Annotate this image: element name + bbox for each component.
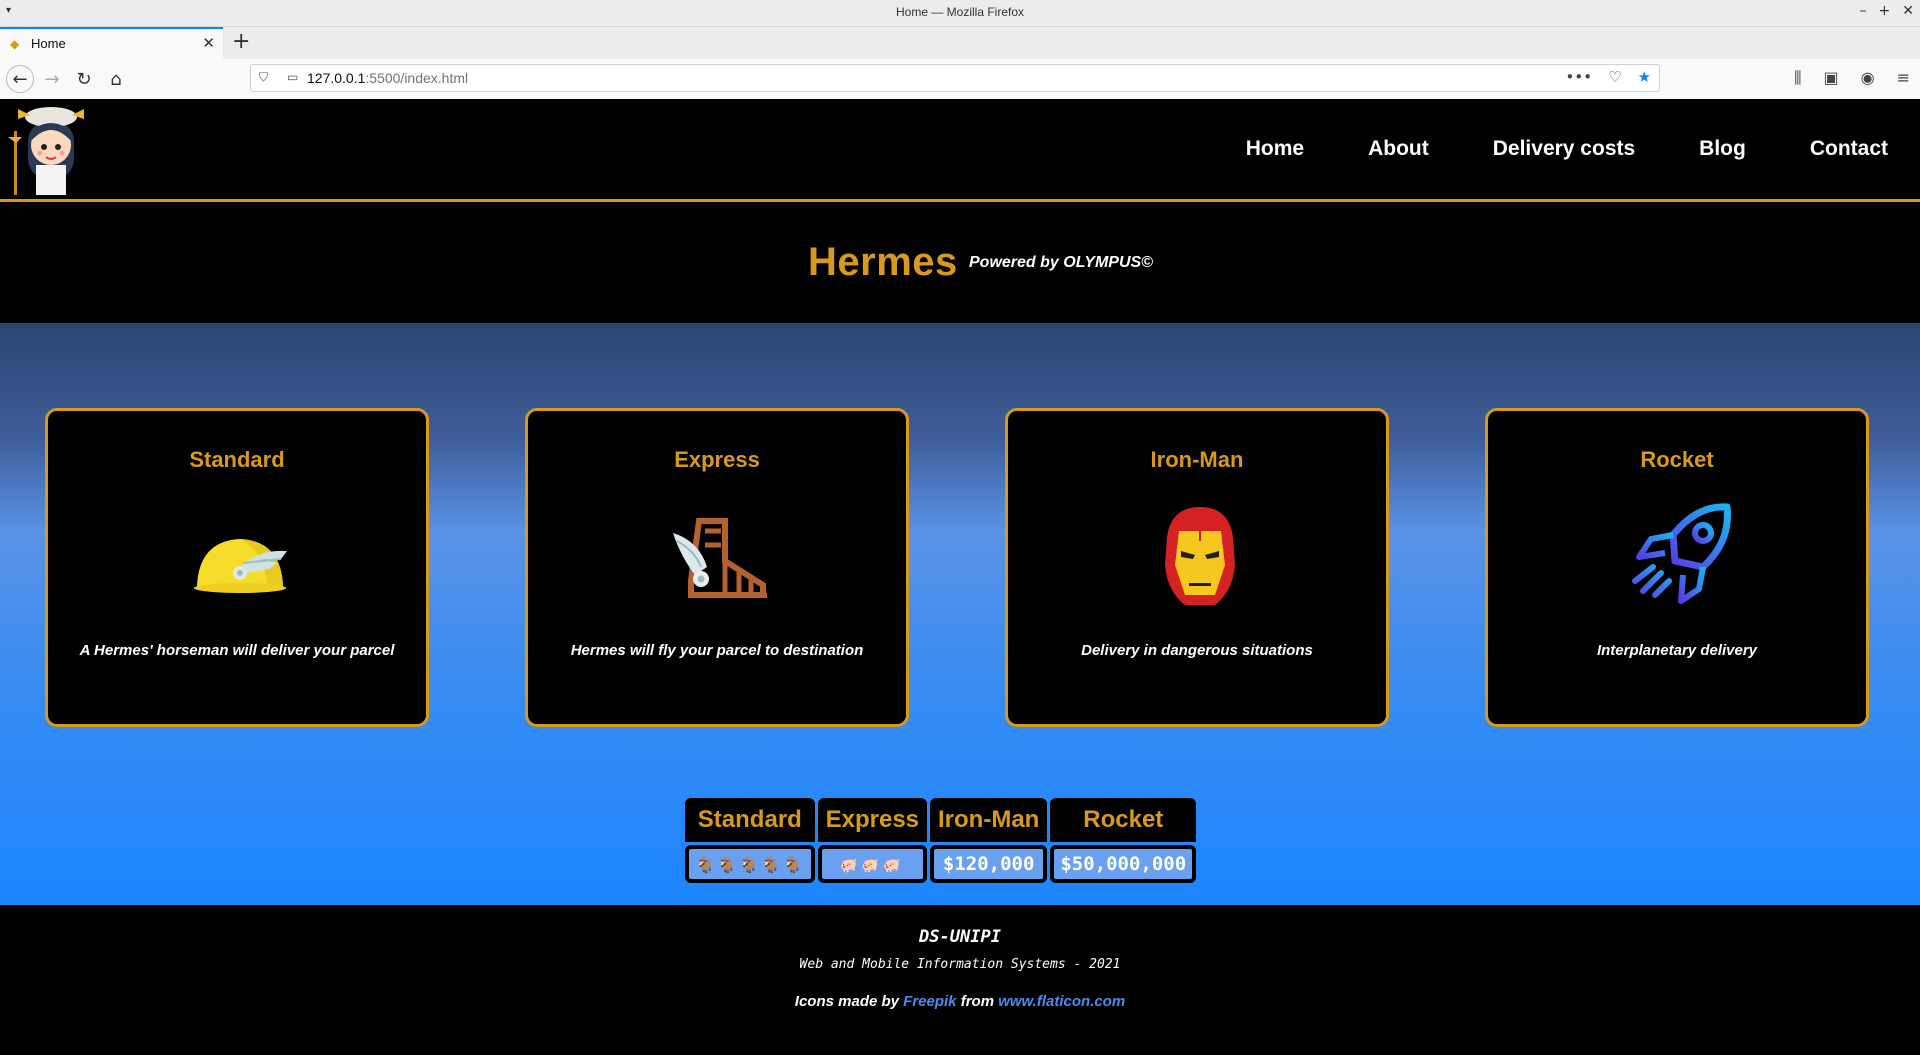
- reload-icon[interactable]: ↻: [70, 65, 98, 93]
- hero: Hermes Powered by OLYMPUS©: [0, 202, 1920, 323]
- url-bar[interactable]: ⛉ ▭ 127.0.0.1:5500/index.html ••• ♡ ★: [250, 64, 1660, 92]
- browser-navbar: ← → ↻ ⌂ ⛉ ▭ 127.0.0.1:5500/index.html ••…: [0, 59, 1920, 100]
- flaticon-link[interactable]: www.flaticon.com: [998, 993, 1125, 1010]
- window-titlebar: ▾ Home — Mozilla Firefox – + ✕: [0, 0, 1920, 27]
- footer-credit: Icons made by Freepik from www.flaticon.…: [0, 993, 1920, 1010]
- card-title: Standard: [189, 447, 285, 472]
- winged-sandal-icon: [673, 518, 767, 598]
- tab-home[interactable]: ◆ Home ✕: [0, 27, 223, 59]
- table-header: Express: [817, 798, 928, 842]
- table-header: Iron-Man: [930, 798, 1048, 842]
- hermes-favicon-icon: ◆: [10, 37, 20, 51]
- nav-blog[interactable]: Blog: [1699, 137, 1746, 161]
- card-standard: Standard A Hermes' horseman will deliver…: [45, 408, 429, 727]
- nav-delivery-costs[interactable]: Delivery costs: [1493, 137, 1635, 161]
- main-section: Standard A Hermes' horseman will deliver…: [0, 323, 1920, 905]
- nav-contact[interactable]: Contact: [1810, 137, 1888, 161]
- freepik-link[interactable]: Freepik: [903, 993, 956, 1010]
- card-express: Express Hermes will fly your parcel to d…: [525, 408, 909, 727]
- price-iron-man: $120,000: [930, 845, 1048, 883]
- new-tab-icon[interactable]: +: [232, 29, 250, 54]
- table-row: 🐐🐐🐐🐐🐐 🐖🐖🐖 $120,000 $50,000,000: [685, 845, 1197, 883]
- page-actions-icon[interactable]: •••: [1566, 68, 1593, 86]
- credit-from: from: [960, 993, 995, 1010]
- menu-icon[interactable]: ≡: [1897, 68, 1910, 88]
- price-standard: 🐐🐐🐐🐐🐐: [685, 845, 815, 883]
- bookmark-star-icon[interactable]: ★: [1638, 68, 1651, 86]
- winged-helmet-icon: [194, 539, 287, 593]
- toolbar-right: ⫼ ▣ ◉ ≡: [1794, 68, 1910, 88]
- delivery-cost-table: Standard Express Iron-Man Rocket 🐐🐐🐐🐐🐐 🐖…: [682, 795, 1199, 886]
- tab-strip: ◆ Home ✕ +: [0, 27, 1920, 59]
- site-header: Home About Delivery costs Blog Contact: [0, 99, 1920, 202]
- card-desc: Hermes will fly your parcel to destinati…: [570, 642, 864, 659]
- url-text[interactable]: 127.0.0.1:5500/index.html: [307, 70, 468, 86]
- library-icon[interactable]: ⫼: [1794, 68, 1801, 88]
- tab-close-icon[interactable]: ✕: [202, 34, 215, 52]
- tracking-shield-icon[interactable]: ⛉: [259, 70, 268, 85]
- url-actions: ••• ♡ ★: [1566, 68, 1651, 86]
- card-desc: A Hermes' horseman will deliver your par…: [79, 642, 395, 659]
- back-icon[interactable]: ←: [6, 65, 34, 93]
- nav-home[interactable]: Home: [1246, 137, 1304, 161]
- main-nav: Home About Delivery costs Blog Contact: [1214, 99, 1920, 199]
- site-footer: DS-UNIPI Web and Mobile Information Syst…: [0, 905, 1920, 1055]
- card-title: Rocket: [1640, 447, 1714, 472]
- price-express: 🐖🐖🐖: [817, 845, 928, 883]
- table-header: Rocket: [1050, 798, 1197, 842]
- sidebar-icon[interactable]: ▣: [1824, 68, 1839, 88]
- pocket-icon[interactable]: ♡: [1608, 68, 1621, 86]
- window-title: Home — Mozilla Firefox: [895, 5, 1025, 19]
- credit-prefix: Icons made by: [794, 993, 899, 1010]
- table-header: Standard: [685, 798, 815, 842]
- goat-icons: 🐐🐐🐐🐐🐐: [695, 855, 805, 874]
- card-desc: Delivery in dangerous situations: [1081, 642, 1313, 659]
- iron-man-mask-icon: [1165, 507, 1235, 605]
- pig-icons: 🐖🐖🐖: [840, 858, 905, 874]
- card-desc: Interplanetary delivery: [1596, 642, 1758, 659]
- window-controls: – + ✕: [1860, 3, 1914, 19]
- card-iron-man: Iron-Man Delivery in dangerous situation…: [1005, 408, 1389, 727]
- card-rocket: Rocket Interplanetary delivery: [1485, 408, 1869, 727]
- powered-by: Powered by OLYMPUS©: [969, 254, 1153, 271]
- table-header-row: Standard Express Iron-Man Rocket: [685, 798, 1197, 842]
- page-info-icon[interactable]: ▭: [287, 70, 298, 84]
- forward-icon[interactable]: →: [38, 65, 66, 93]
- minimize-icon[interactable]: –: [1860, 3, 1867, 19]
- account-icon[interactable]: ◉: [1861, 68, 1875, 88]
- card-title: Iron-Man: [1150, 447, 1244, 472]
- rocket-icon: [1632, 503, 1731, 604]
- card-title: Express: [674, 447, 760, 472]
- nav-about[interactable]: About: [1368, 137, 1429, 161]
- tab-label: Home: [31, 36, 66, 51]
- site-title: Hermes: [808, 240, 958, 284]
- price-rocket: $50,000,000: [1050, 845, 1197, 883]
- footer-course: Web and Mobile Information Systems - 202…: [799, 957, 1121, 972]
- footer-org: DS-UNIPI: [919, 927, 1001, 947]
- home-icon[interactable]: ⌂: [102, 65, 130, 93]
- close-window-icon[interactable]: ✕: [1902, 3, 1914, 19]
- hermes-logo-icon[interactable]: [6, 101, 96, 197]
- maximize-icon[interactable]: +: [1879, 3, 1891, 19]
